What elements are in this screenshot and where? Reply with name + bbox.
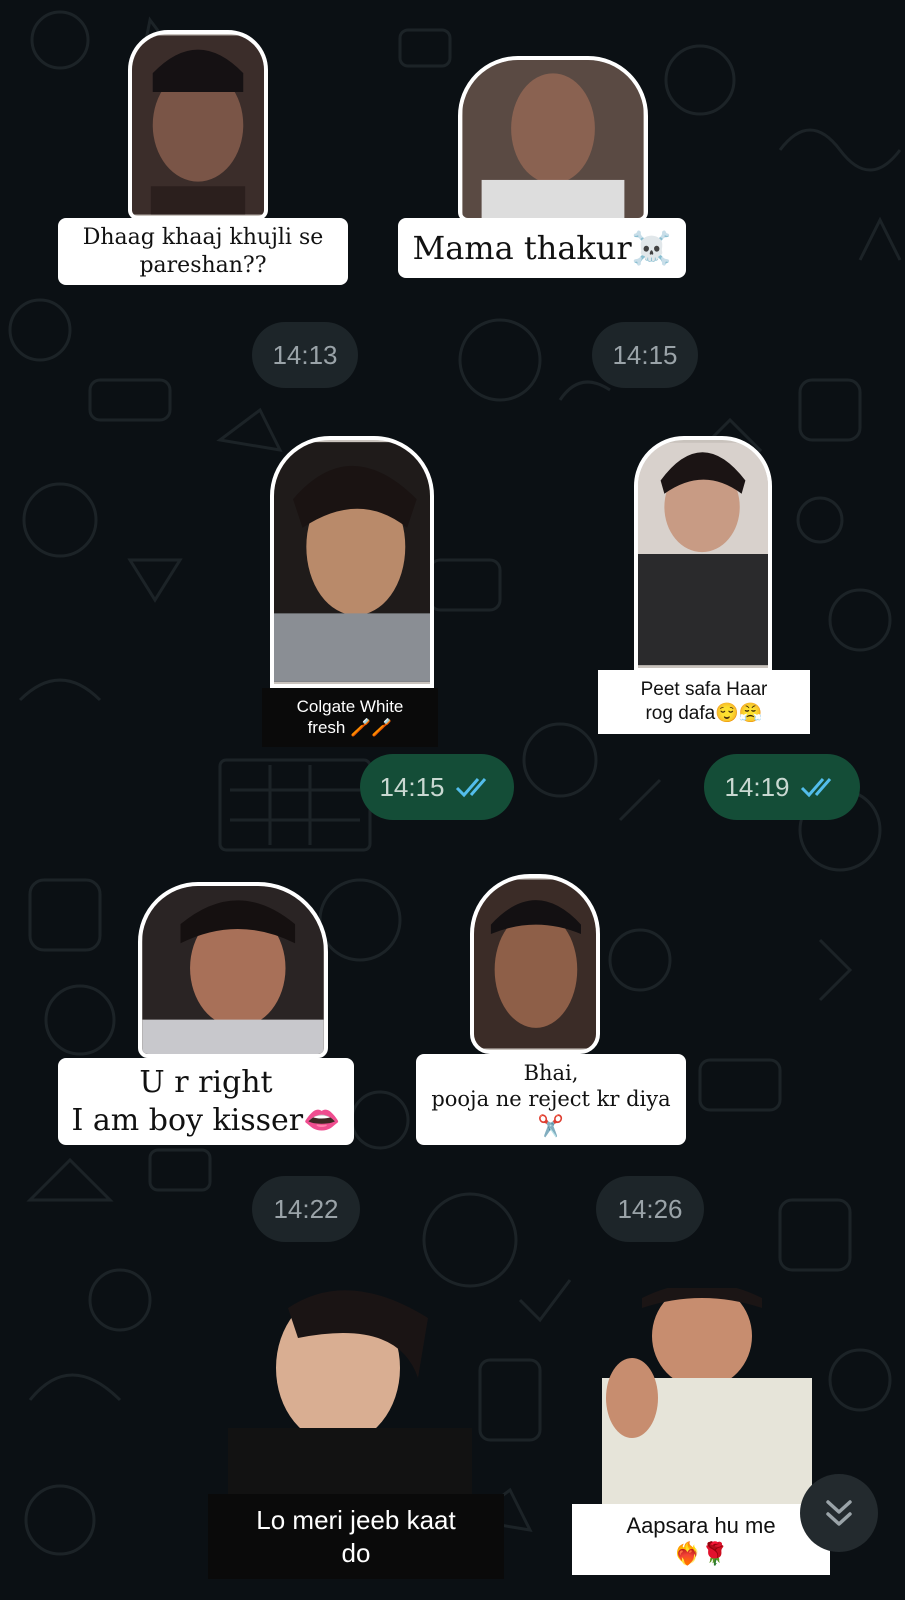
double-check-icon bbox=[455, 778, 486, 798]
person-photo-icon bbox=[142, 886, 324, 1054]
sticker-message[interactable]: Peet safa Haar rog dafa😌😤 bbox=[598, 436, 810, 754]
sticker-photo bbox=[582, 1288, 818, 1504]
sticker-photo bbox=[634, 436, 772, 672]
sticker-caption: Aapsara hu me ❤️‍🔥🌹 bbox=[572, 1504, 830, 1575]
scroll-to-bottom-button[interactable] bbox=[800, 1474, 878, 1552]
sticker-photo bbox=[470, 874, 600, 1054]
timestamp: 14:22 bbox=[252, 1176, 360, 1242]
sticker-caption: Dhaag khaaj khujli se pareshan?? bbox=[58, 218, 348, 285]
timestamp-sent: 14:19 bbox=[704, 754, 860, 820]
sticker-photo bbox=[128, 30, 268, 220]
timestamp: 14:15 bbox=[592, 322, 698, 388]
sticker-photo bbox=[270, 436, 434, 688]
person-photo-icon bbox=[582, 1288, 818, 1504]
sticker-photo bbox=[228, 1288, 472, 1498]
person-photo-icon bbox=[474, 879, 596, 1049]
timestamp: 14:13 bbox=[252, 322, 358, 388]
double-check-icon bbox=[800, 778, 831, 798]
sticker-message[interactable]: Aapsara hu me ❤️‍🔥🌹 bbox=[572, 1288, 842, 1594]
sticker-message[interactable]: Mama thakur☠️ bbox=[398, 56, 698, 278]
sticker-caption: Colgate White fresh 🪥🪥 bbox=[262, 688, 438, 747]
sticker-message[interactable]: Colgate White fresh 🪥🪥 bbox=[262, 436, 448, 754]
person-photo-icon bbox=[274, 442, 430, 682]
person-photo-icon bbox=[462, 60, 644, 218]
sticker-caption: Peet safa Haar rog dafa😌😤 bbox=[598, 670, 810, 734]
sticker-message[interactable]: Dhaag khaaj khujli se pareshan?? bbox=[56, 30, 356, 302]
double-chevron-down-icon bbox=[826, 1500, 852, 1526]
person-photo-icon bbox=[228, 1288, 472, 1498]
sticker-message[interactable]: Bhai, pooja ne reject kr diya ✂️ bbox=[416, 874, 692, 1166]
person-photo-icon bbox=[638, 442, 768, 666]
sticker-photo bbox=[458, 56, 648, 222]
sticker-message[interactable]: Lo meri jeeb kaat do bbox=[208, 1288, 508, 1594]
person-photo-icon bbox=[132, 35, 264, 215]
sticker-message[interactable]: U r right I am boy kisser👄 bbox=[58, 882, 358, 1160]
sticker-caption: Mama thakur☠️ bbox=[398, 218, 686, 278]
sticker-caption: U r right I am boy kisser👄 bbox=[58, 1058, 354, 1145]
sticker-caption: Bhai, pooja ne reject kr diya ✂️ bbox=[416, 1054, 686, 1145]
sticker-photo bbox=[138, 882, 328, 1058]
timestamp: 14:26 bbox=[596, 1176, 704, 1242]
sticker-caption: Lo meri jeeb kaat do bbox=[208, 1494, 504, 1579]
timestamp-sent: 14:15 bbox=[360, 754, 514, 820]
